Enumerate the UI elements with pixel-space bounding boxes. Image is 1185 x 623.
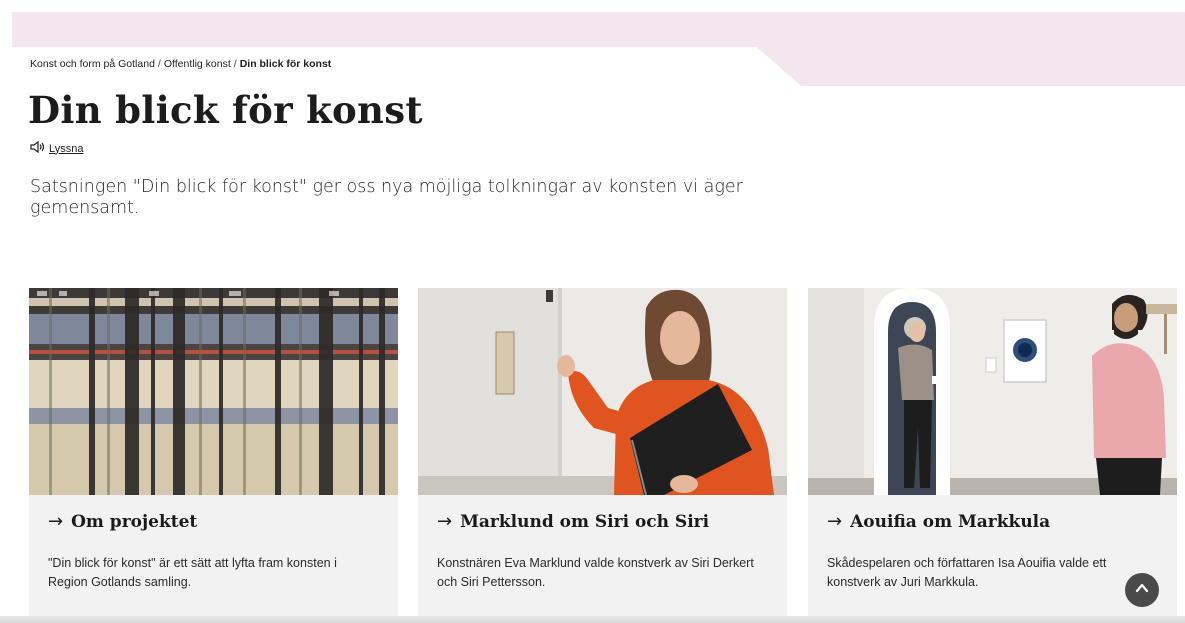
card-om-projektet[interactable]: → Om projektet "Din blick för konst" är … (29, 288, 398, 623)
arrow-right-icon: → (827, 511, 843, 532)
card-title[interactable]: → Marklund om Siri och Siri (437, 511, 709, 532)
card-marklund[interactable]: → Marklund om Siri och Siri Konstnären E… (418, 288, 787, 623)
card-title-text[interactable]: Aouifia om Markkula (850, 512, 1050, 532)
scroll-to-top-button[interactable] (1125, 573, 1159, 607)
card-aouifia[interactable]: → Aouifia om Markkula Skådespelaren och … (808, 288, 1177, 623)
breadcrumb: Konst och form på Gotland / Offentlig kons… (30, 58, 331, 70)
speaker-icon (30, 140, 49, 156)
page-title: Din blick för konst (28, 88, 423, 132)
card-description: Skådespelaren och författaren Isa Aouifi… (827, 556, 1107, 589)
arrow-right-icon: → (437, 511, 453, 532)
listen-link[interactable]: Lyssna (49, 143, 83, 155)
bottom-shadow (0, 616, 1185, 623)
card-title[interactable]: → Aouifia om Markkula (827, 511, 1050, 532)
woman-in-orange-jacket-image[interactable] (418, 288, 787, 495)
card-title-text[interactable]: Om projektet (71, 512, 197, 532)
breadcrumb-separator: / (157, 58, 161, 70)
two-people-in-gallery-image[interactable] (808, 288, 1177, 495)
arrow-right-icon: → (48, 511, 64, 532)
breadcrumb-current: Din blick för konst (239, 58, 332, 70)
card-description: Konstnären Eva Marklund valde konstverk … (437, 556, 754, 589)
card-title[interactable]: → Om projektet (48, 511, 197, 532)
chevron-up-icon (1134, 580, 1150, 600)
breadcrumb-separator: / (233, 58, 237, 70)
lead-text: Satsningen "Din blick för konst" ger oss… (30, 177, 743, 218)
breadcrumb-link-offentlig-konst[interactable]: Offentlig konst (164, 58, 231, 70)
woven-textile-image[interactable] (29, 288, 398, 495)
listen-control[interactable]: Lyssna (30, 140, 83, 156)
card-description: "Din blick för konst" är ett sätt att ly… (48, 556, 337, 589)
card-title-text[interactable]: Marklund om Siri och Siri (460, 512, 709, 532)
breadcrumb-link-konst-och-form[interactable]: Konst och form på Gotland (30, 58, 155, 70)
